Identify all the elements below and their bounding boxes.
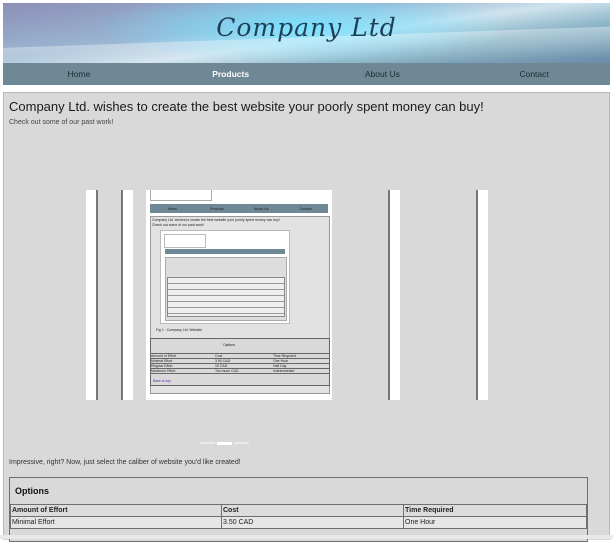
options-panel: Options Amount of Effort Cost Time Requi… — [9, 477, 588, 542]
nav-item-products[interactable]: Products — [155, 69, 307, 79]
cell-effort: Minimal Effort — [10, 516, 222, 529]
slide-nested-logo — [164, 234, 206, 248]
carousel-slide-right-edge — [476, 190, 488, 400]
main-nav: Home Products About Us Contact — [3, 63, 610, 85]
slide-mini-caption: Fig 1 : Company Ltd. Website — [156, 328, 203, 332]
carousel-slide-active[interactable]: Home Products About Us Contact Company L… — [146, 190, 332, 400]
column-header-time: Time Required — [403, 504, 587, 517]
slide-mini-nav: Home Products About Us Contact — [150, 204, 328, 213]
options-table: Amount of Effort Cost Time Required Mini… — [10, 504, 587, 529]
cell-cost: 3.50 CAD — [221, 516, 404, 529]
options-header-row: Amount of Effort Cost Time Required — [10, 504, 587, 517]
slide-mini-logo — [150, 190, 212, 201]
nav-item-about-us[interactable]: About Us — [307, 69, 459, 79]
slide-mini-back-link: Back to top — [153, 379, 171, 383]
nav-item-home[interactable]: Home — [3, 69, 155, 79]
main-content: Company Ltd. wishes to create the best w… — [3, 92, 610, 542]
slide-mini-row: Maximum Effort Too much CAD Indeterminat… — [151, 368, 329, 374]
slide-mini-cell: Regular Effort — [151, 364, 173, 368]
carousel-indicator-3[interactable] — [234, 442, 249, 444]
slide-mini-options-title: Options — [223, 343, 236, 347]
carousel-slide-left — [121, 190, 133, 400]
selection-prompt: Impressive, right? Now, just select the … — [9, 459, 241, 466]
cell-time: One Hour — [403, 516, 587, 529]
portfolio-carousel[interactable]: Home Products About Us Contact Company L… — [86, 190, 488, 404]
slide-mini-options: Options Amount of Effort Cost Time Requi… — [150, 338, 330, 386]
slide-mini-cell: Too much CAD — [215, 369, 239, 373]
slide-mini-cell: Time Required — [273, 354, 296, 358]
slide-mini-cell: Cost — [215, 354, 223, 358]
slide-mini-headline: Company Ltd. wishes to create the best w… — [152, 218, 280, 222]
slide-mini-nav-home: Home — [167, 206, 177, 211]
slide-mini-cell: Minimal Effort — [151, 359, 173, 363]
page-headline: Company Ltd. wishes to create the best w… — [9, 99, 484, 114]
slide-mini-cell: 10 CAD — [215, 364, 228, 368]
slide-mini-options-table: Amount of Effort Cost Time Required Mini… — [151, 353, 329, 374]
page-bottom-edge — [0, 535, 613, 539]
column-header-effort: Amount of Effort — [10, 504, 222, 517]
slide-mini-cell: Amount of Effort — [151, 354, 177, 358]
page-subtext: Check out some of our past work! — [9, 119, 114, 126]
slide-mini-cell: Maximum Effort — [151, 369, 176, 373]
slide-mini-sub: Check out some of our past work! — [152, 223, 205, 227]
column-header-cost: Cost — [221, 504, 404, 517]
table-row[interactable]: Minimal Effort 3.50 CAD One Hour — [10, 516, 587, 529]
carousel-indicators — [200, 442, 249, 445]
slide-mini-cell: Indeterminate — [273, 369, 295, 373]
carousel-slide-right — [388, 190, 400, 400]
slide-nested-screenshot — [160, 230, 290, 324]
slide-mini-cell: 3.50 CAD — [215, 359, 231, 363]
carousel-indicator-2[interactable] — [217, 442, 232, 445]
slide-nested-table — [167, 277, 285, 317]
slide-nested-nav — [165, 249, 285, 254]
carousel-slide-left-edge — [86, 190, 98, 400]
header-banner: Company Ltd — [3, 3, 610, 63]
slide-mini-nav-contact: Contact — [299, 206, 312, 211]
slide-mini-nav-products: Products — [209, 206, 224, 211]
options-title: Options — [15, 486, 49, 496]
nav-item-contact[interactable]: Contact — [458, 69, 610, 79]
carousel-indicator-1[interactable] — [200, 442, 215, 444]
slide-mini-cell: Half Day — [273, 364, 287, 368]
slide-mini-nav-about: About Us — [254, 206, 269, 211]
company-logo: Company Ltd — [216, 13, 397, 42]
slide-mini-cell: One Hour — [273, 359, 289, 363]
